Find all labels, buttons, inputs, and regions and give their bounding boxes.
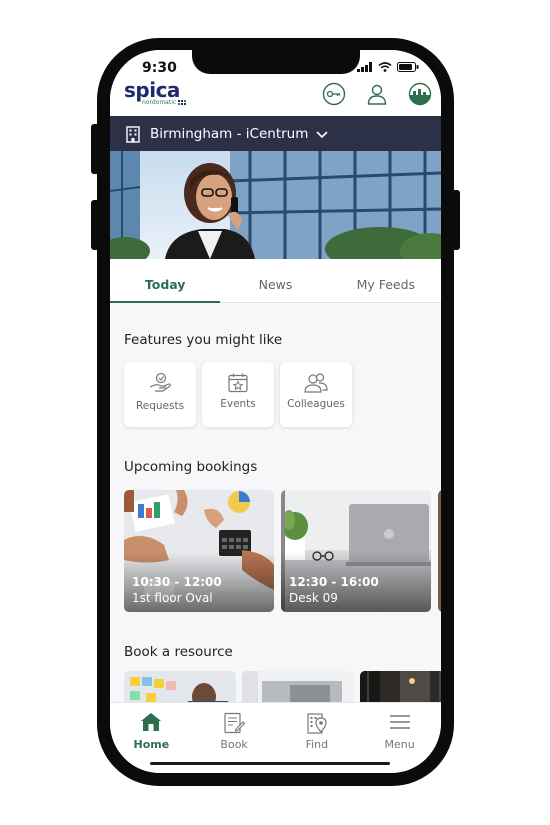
phone-notch [192, 50, 360, 74]
brand-name: spica [124, 78, 180, 102]
nav-book-label: Book [220, 738, 248, 751]
building-icon [126, 125, 140, 143]
home-indicator [150, 762, 390, 765]
key-icon[interactable] [322, 82, 346, 106]
tab-news[interactable]: News [220, 259, 330, 302]
content-tabs: Today News My Feeds [110, 259, 441, 303]
location-selector[interactable]: Birmingham - iCentrum [110, 116, 441, 151]
booking-time: 10:30 - 12:00 [132, 575, 222, 589]
booking-place: Desk 09 [289, 591, 338, 605]
booking-card-partial[interactable] [438, 490, 441, 612]
feature-colleagues-label: Colleagues [287, 398, 345, 410]
chevron-down-icon [316, 130, 328, 138]
brand-subtitle: nordomatic [142, 99, 177, 106]
booking-time: 12:30 - 16:00 [289, 575, 379, 589]
battery-icon [397, 62, 419, 72]
building-avatar-icon[interactable] [408, 82, 432, 106]
nav-home-label: Home [133, 738, 170, 751]
app-header: spica nordomatic [110, 78, 441, 116]
feature-requests-label: Requests [135, 400, 185, 412]
location-label: Birmingham - iCentrum [150, 125, 309, 142]
phone-side-button [91, 124, 99, 174]
tab-my-feeds[interactable]: My Feeds [331, 259, 441, 302]
nav-find-label: Find [305, 738, 329, 751]
booking-card[interactable]: 12:30 - 16:00 Desk 09 [281, 490, 431, 612]
brand-logo[interactable]: spica nordomatic [124, 80, 188, 106]
hand-heart-icon [149, 372, 171, 392]
feature-colleagues[interactable]: Colleagues [280, 362, 352, 427]
hero-image [110, 151, 441, 259]
wifi-icon [378, 62, 392, 72]
feature-events[interactable]: Events [202, 362, 274, 427]
user-profile-icon[interactable] [365, 82, 389, 106]
status-icons [357, 62, 419, 72]
features-title: Features you might like [124, 332, 283, 348]
people-icon [304, 373, 328, 393]
phone-side-button [91, 200, 99, 250]
menu-icon [389, 715, 410, 729]
home-icon [141, 713, 162, 731]
status-time: 9:30 [142, 60, 177, 76]
booking-place: 1st floor Oval [132, 591, 213, 605]
signal-icon [357, 62, 372, 72]
tab-today[interactable]: Today [110, 259, 221, 303]
feature-events-label: Events [220, 398, 256, 410]
resources-title: Book a resource [124, 644, 233, 660]
booking-card[interactable]: 10:30 - 12:00 1st floor Oval [124, 490, 274, 612]
bookings-title: Upcoming bookings [124, 459, 258, 475]
feature-requests[interactable]: Requests [124, 362, 196, 427]
app-screen: 9:30 spica nordomatic Birmingham - iCent… [110, 50, 441, 773]
phone-side-button [452, 190, 460, 250]
calendar-star-icon [228, 373, 248, 393]
nav-menu-label: Menu [384, 738, 415, 751]
book-icon [224, 712, 246, 734]
brand-squares-icon [178, 99, 187, 105]
brand-sub: nordomatic [142, 99, 188, 106]
map-pin-icon [307, 713, 327, 734]
